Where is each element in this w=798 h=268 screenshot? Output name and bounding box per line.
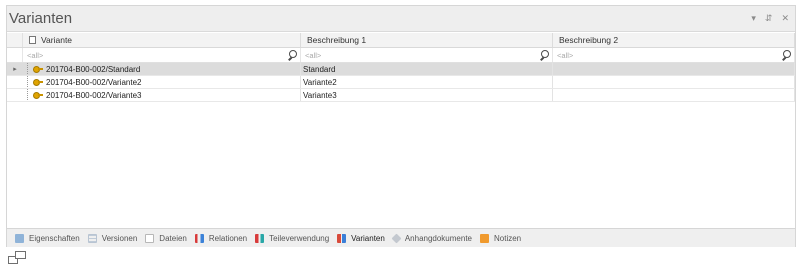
tab-label: Teileverwendung [269, 233, 330, 243]
column-label: Beschreibung 1 [307, 35, 367, 45]
varianten-panel: Varianten ▾ ⇵ ✕ Variante Beschreibung 1 … [6, 5, 796, 247]
tab-teileverwendung[interactable]: Teileverwendung [251, 229, 333, 248]
row-marker-icon: ▸ [13, 66, 17, 73]
column-header-beschreibung2[interactable]: Beschreibung 2 [553, 33, 795, 47]
column-header-variante[interactable]: Variante [23, 33, 301, 47]
search-icon[interactable] [539, 50, 549, 60]
dropdown-icon[interactable]: ▾ [751, 13, 756, 24]
tab-label: Versionen [101, 233, 138, 243]
key-icon [33, 91, 43, 99]
filter-placeholder: <all> [557, 50, 574, 60]
pin-icon[interactable]: ⇵ [765, 13, 773, 24]
key-icon [33, 78, 43, 86]
cell-text: 201704-B00-002/Variante2 [46, 77, 142, 87]
tab-versionen[interactable]: Versionen [84, 229, 142, 248]
filter-gutter [7, 48, 23, 62]
filter-input-variante[interactable]: <all> [23, 48, 301, 62]
cell-beschreibung2[interactable] [553, 89, 795, 101]
tab-label: Dateien [159, 233, 187, 243]
filter-placeholder: <all> [27, 50, 44, 60]
cell-text: 201704-B00-002/Variante3 [46, 90, 142, 100]
bottom-tab-bar: Eigenschaften Versionen Dateien Relation… [7, 228, 795, 247]
tab-dateien[interactable]: Dateien [141, 229, 191, 248]
tab-label: Notizen [494, 233, 522, 243]
tab-relationen[interactable]: Relationen [191, 229, 251, 248]
search-icon[interactable] [781, 50, 791, 60]
cell-beschreibung2[interactable] [553, 76, 795, 88]
attachment-icon [391, 233, 402, 243]
tab-label: Relationen [208, 233, 248, 243]
column-header-beschreibung1[interactable]: Beschreibung 1 [301, 33, 553, 47]
table-row[interactable]: 201704-B00-002/Variante3 Variante3 [7, 89, 795, 102]
notes-icon [480, 233, 489, 243]
properties-icon [15, 233, 24, 243]
panel-title: Varianten [9, 10, 73, 27]
panel-titlebar: Varianten ▾ ⇵ ✕ [7, 6, 795, 32]
cell-text: Standard [303, 64, 336, 74]
cell-variante[interactable]: 201704-B00-002/Variante3 [23, 89, 301, 101]
tab-varianten[interactable]: Varianten [333, 229, 389, 248]
versions-icon [87, 233, 97, 243]
files-icon [145, 233, 155, 243]
cell-beschreibung1[interactable]: Variante2 [301, 76, 553, 88]
document-icon [29, 36, 36, 44]
window-back-shape [15, 251, 26, 259]
cell-text: Variante3 [303, 90, 337, 100]
filter-placeholder: <all> [305, 50, 322, 60]
tab-notizen[interactable]: Notizen [476, 229, 525, 248]
relations-icon [194, 233, 204, 243]
filter-input-beschreibung1[interactable]: <all> [301, 48, 553, 62]
tab-label: Anhangdokumente [404, 233, 472, 243]
window-buttons: ▾ ⇵ ✕ [751, 13, 795, 24]
cell-beschreibung2[interactable] [553, 63, 795, 75]
tab-eigenschaften[interactable]: Eigenschaften [11, 229, 84, 248]
cell-variante[interactable]: 201704-B00-002/Standard [23, 63, 301, 75]
cell-beschreibung1[interactable]: Variante3 [301, 89, 553, 101]
usage-icon [255, 233, 265, 243]
tab-anhangdokumente[interactable]: Anhangdokumente [389, 229, 476, 248]
cell-text: Variante2 [303, 77, 337, 87]
row-gutter [7, 76, 23, 88]
header-gutter [7, 33, 23, 47]
row-gutter [7, 89, 23, 101]
table-row[interactable]: ▸ 201704-B00-002/Standard Standard [7, 63, 795, 76]
table-row[interactable]: 201704-B00-002/Variante2 Variante2 [7, 76, 795, 89]
cell-beschreibung1[interactable]: Standard [301, 63, 553, 75]
filter-row: <all> <all> <all> [7, 48, 795, 63]
variants-grid: Variante Beschreibung 1 Beschreibung 2 <… [7, 33, 795, 102]
tab-label: Eigenschaften [29, 233, 80, 243]
grid-header: Variante Beschreibung 1 Beschreibung 2 [7, 33, 795, 48]
undock-window-icon[interactable] [8, 251, 28, 265]
key-icon [33, 65, 43, 73]
tab-label: Varianten [351, 233, 385, 243]
filter-input-beschreibung2[interactable]: <all> [553, 48, 795, 62]
cell-text: 201704-B00-002/Standard [46, 64, 141, 74]
column-label: Beschreibung 2 [559, 35, 619, 45]
search-icon[interactable] [287, 50, 297, 60]
close-icon[interactable]: ✕ [781, 13, 789, 24]
variants-icon [337, 233, 347, 243]
cell-variante[interactable]: 201704-B00-002/Variante2 [23, 76, 301, 88]
column-label: Variante [41, 35, 73, 45]
